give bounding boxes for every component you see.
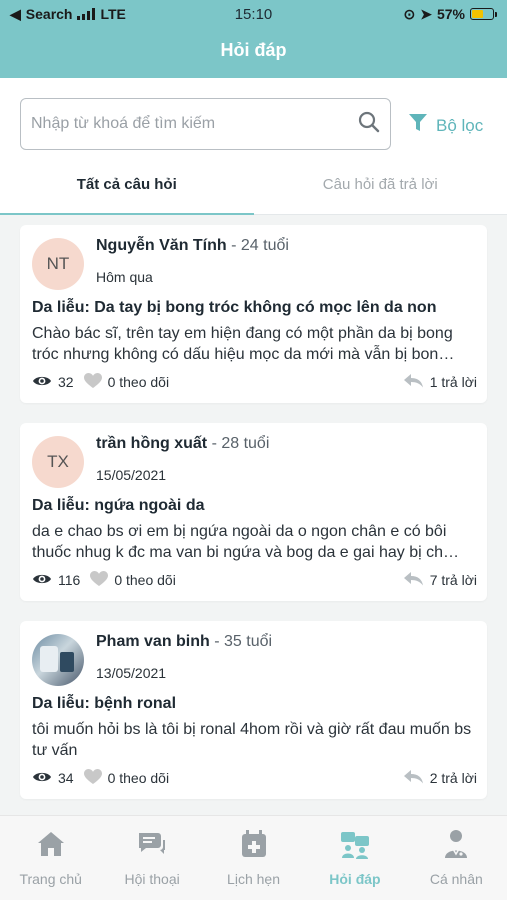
question-title: Da liễu: ngứa ngoài da (32, 497, 205, 514)
eye-icon (32, 572, 52, 589)
filter-icon (408, 112, 428, 139)
question-date: 15/05/2021 (96, 467, 167, 483)
follow-count: 0 theo dõi (107, 374, 170, 390)
author-age: - 24 tuổi (231, 237, 289, 254)
tab-all-questions[interactable]: Tất cả câu hỏi (0, 170, 254, 215)
filter-button[interactable]: Bộ lọc (408, 112, 483, 139)
reply-icon (403, 373, 424, 391)
status-bar: ◀ Search LTE ⊙ ➤ 57% (0, 0, 507, 28)
tabbar-label: Trang chủ (19, 871, 82, 887)
signal-icon (77, 8, 96, 20)
tabbar-item-appointments[interactable]: Lịch hẹn (203, 816, 304, 900)
question-date: 13/05/2021 (96, 665, 167, 681)
view-count: 32 (58, 374, 74, 390)
heart-icon (83, 372, 102, 392)
doctor-icon (440, 828, 472, 863)
question-card[interactable]: NT Nguyễn Văn Tính - 24 tuổi Hôm qua Da … (20, 225, 487, 403)
question-card[interactable]: Pham van binh - 35 tuổi 13/05/2021 Da li… (20, 621, 487, 799)
reply-icon (403, 571, 424, 589)
question-body: da e chao bs ơi em bị ngứa ngoài da o ng… (32, 523, 459, 561)
tabbar-item-qa[interactable]: Hỏi đáp (304, 816, 405, 900)
calendar-icon (238, 828, 270, 863)
chat-icon (136, 828, 168, 863)
question-list: NT Nguyễn Văn Tính - 24 tuổi Hôm qua Da … (0, 215, 507, 815)
follow-button[interactable]: 0 theo dõi (83, 372, 170, 392)
eye-icon (32, 374, 52, 391)
tabbar-item-profile[interactable]: Cá nhân (406, 816, 507, 900)
question-meta: 116 0 theo dõi 7 trả lời (32, 570, 477, 590)
reply-count: 1 trả lời (429, 374, 477, 390)
view-count: 34 (58, 770, 74, 786)
question-title: Da liễu: bệnh ronal (32, 695, 177, 712)
eye-icon (32, 770, 52, 787)
reply-button[interactable]: 1 trả lời (403, 373, 477, 391)
reply-count: 7 trả lời (429, 572, 477, 588)
author-age: - 35 tuổi (214, 633, 273, 650)
view-count: 116 (58, 572, 81, 588)
search-box[interactable] (20, 98, 391, 150)
author-name: Pham van binh (96, 633, 210, 650)
avatar: TX (32, 436, 84, 488)
search-section: Bộ lọc Tất cả câu hỏi Câu hỏi đã trả lời (0, 78, 507, 215)
question-card[interactable]: TX trần hồng xuất - 28 tuổi 15/05/2021 D… (20, 423, 487, 601)
avatar: NT (32, 238, 84, 290)
follow-count: 0 theo dõi (107, 770, 170, 786)
qa-icon (339, 828, 371, 863)
back-arrow-icon[interactable]: ◀ (10, 6, 21, 23)
search-input[interactable] (31, 115, 358, 133)
tab-answered-questions[interactable]: Câu hỏi đã trả lời (254, 170, 507, 214)
location-icon: ➤ (420, 5, 432, 22)
tabbar-label: Hỏi đáp (329, 871, 381, 887)
follow-count: 0 theo dõi (114, 572, 176, 588)
tabbar-item-chat[interactable]: Hội thoại (101, 816, 202, 900)
question-meta: 34 0 theo dõi 2 trả lời (32, 768, 477, 788)
avatar (32, 634, 84, 686)
home-icon (35, 828, 67, 863)
heart-icon (90, 570, 109, 590)
network-label: LTE (100, 6, 126, 22)
filter-label: Bộ lọc (436, 115, 484, 135)
tabbar-label: Lịch hẹn (227, 871, 280, 887)
follow-button[interactable]: 0 theo dõi (90, 570, 176, 590)
reply-icon (403, 769, 424, 787)
follow-button[interactable]: 0 theo dõi (83, 768, 170, 788)
author-name: Nguyễn Văn Tính (96, 237, 227, 254)
author-name: trần hồng xuất (96, 435, 208, 452)
rotation-lock-icon: ⊙ (403, 5, 416, 22)
question-tabs: Tất cả câu hỏi Câu hỏi đã trả lời (0, 170, 507, 215)
question-title: Da liễu: Da tay bị bong tróc không có mọ… (32, 299, 437, 316)
battery-icon (470, 8, 497, 20)
app-header: ◀ Search LTE ⊙ ➤ 57% 15:10 Hỏi đáp (0, 0, 507, 78)
question-date: Hôm qua (96, 269, 153, 285)
battery-percent: 57% (436, 6, 465, 22)
heart-icon (83, 768, 102, 788)
page-title: Hỏi đáp (220, 40, 287, 60)
reply-count: 2 trả lời (429, 770, 477, 786)
carrier-label: Search (25, 6, 73, 22)
search-icon[interactable] (358, 111, 380, 138)
question-body: tôi muốn hỏi bs là tôi bị ronal 4hom rồi… (32, 721, 472, 759)
author-age: - 28 tuổi (211, 435, 270, 452)
reply-button[interactable]: 7 trả lời (403, 571, 477, 589)
bottom-tab-bar: Trang chủ Hội thoại Lịch hẹn Hỏi đáp Cá … (0, 815, 507, 900)
tabbar-item-home[interactable]: Trang chủ (0, 816, 101, 900)
reply-button[interactable]: 2 trả lời (403, 769, 477, 787)
question-body: Chào bác sĩ, trên tay em hiện đang có mộ… (32, 325, 455, 363)
tabbar-label: Hội thoại (124, 871, 180, 887)
question-meta: 32 0 theo dõi 1 trả lời (32, 372, 477, 392)
tabbar-label: Cá nhân (429, 871, 483, 887)
